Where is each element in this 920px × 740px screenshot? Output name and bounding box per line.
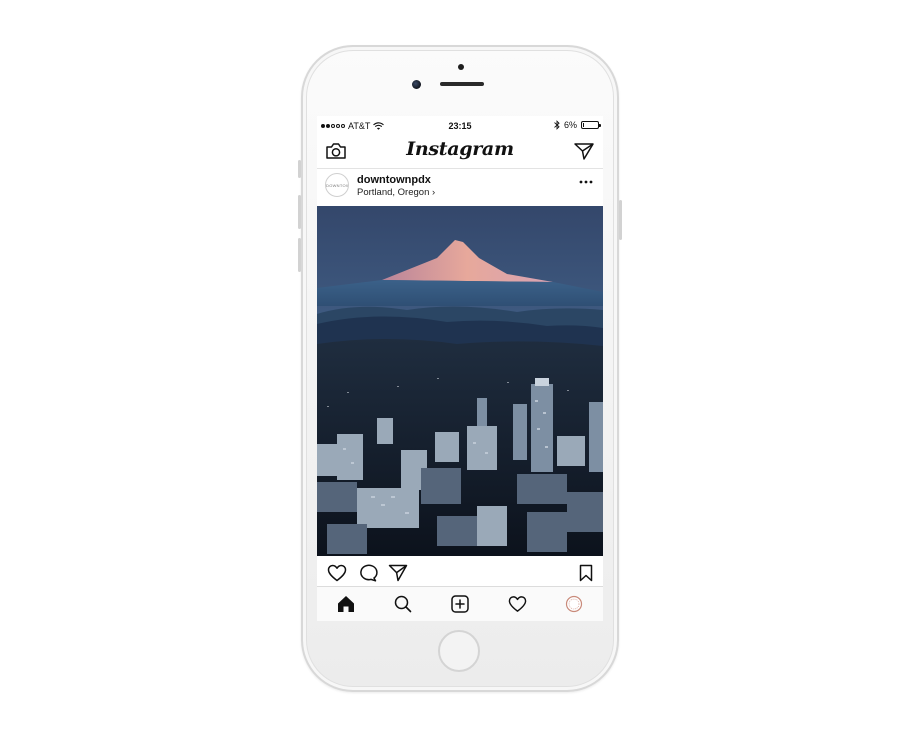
volume-down-button: [298, 238, 301, 272]
more-options-icon[interactable]: [579, 180, 593, 184]
direct-send-icon[interactable]: [573, 141, 595, 161]
post-header: DOWNTOWN downtownpdx Portland, Oregon ›: [317, 168, 603, 206]
post-photo[interactable]: [317, 206, 603, 556]
home-icon[interactable]: [337, 595, 355, 613]
heart-icon[interactable]: [327, 564, 347, 582]
post-author-avatar[interactable]: DOWNTOWN: [325, 173, 349, 197]
profile-avatar-icon[interactable]: [565, 595, 583, 613]
post-username[interactable]: downtownpdx: [357, 174, 431, 186]
activity-heart-icon[interactable]: [508, 595, 527, 613]
share-icon[interactable]: [388, 564, 408, 582]
power-button: [619, 200, 622, 240]
home-button[interactable]: [438, 630, 480, 672]
search-icon[interactable]: [394, 595, 412, 613]
battery-percent: 6%: [563, 120, 577, 130]
volume-up-button: [298, 195, 301, 229]
bottom-tab-bar: [317, 586, 603, 621]
chevron-right-icon: ›: [432, 187, 436, 198]
status-bar-right: 6%: [554, 120, 601, 130]
post-actions-bar: [317, 556, 603, 586]
mute-switch: [298, 160, 301, 178]
earpiece-speaker: [440, 82, 484, 86]
post-location-text: Portland, Oregon: [357, 187, 430, 198]
comment-icon[interactable]: [358, 564, 378, 582]
instagram-logo: Instagram: [406, 138, 514, 160]
app-screen: AT&T 23:15 6% Instagram DOWNTO downtownp…: [317, 116, 603, 621]
status-bar: AT&T 23:15 6%: [317, 116, 603, 136]
top-navigation-bar: Instagram: [317, 136, 603, 169]
post-location[interactable]: Portland, Oregon ›: [357, 187, 435, 198]
battery-fill: [583, 123, 584, 127]
battery-icon: [581, 121, 601, 129]
proximity-sensor: [458, 64, 464, 70]
bluetooth-icon: [554, 120, 560, 130]
new-post-icon[interactable]: [451, 595, 469, 613]
bookmark-icon[interactable]: [579, 564, 593, 582]
front-camera: [412, 80, 421, 89]
